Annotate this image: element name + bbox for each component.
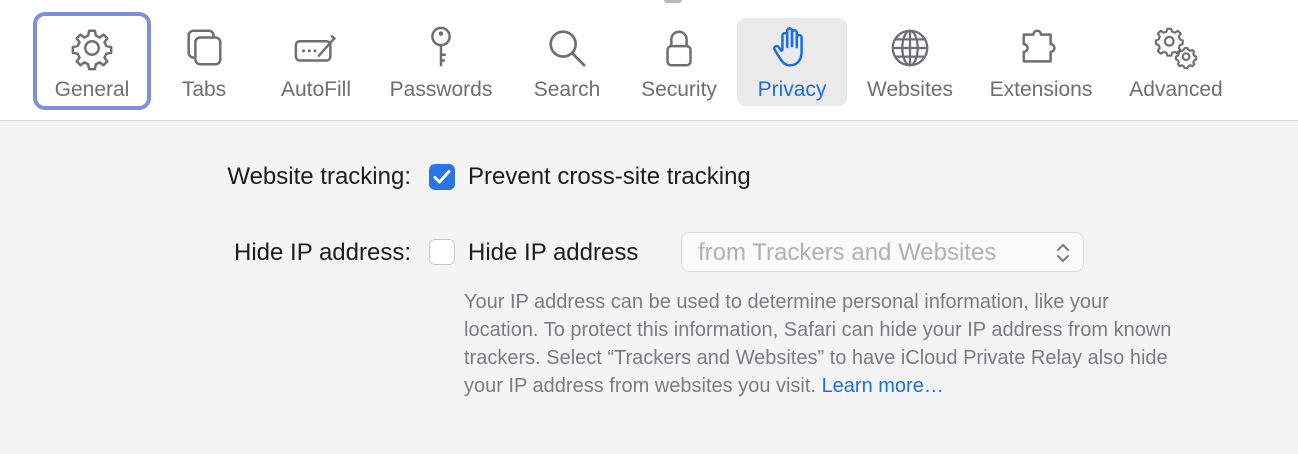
tab-label: Privacy	[757, 78, 827, 101]
tab-label: Extensions	[989, 78, 1093, 101]
globe-icon	[886, 24, 934, 72]
prevent-cross-site-tracking-label[interactable]: Prevent cross-site tracking	[468, 163, 751, 191]
tab-label: Passwords	[389, 78, 493, 101]
tab-search[interactable]: Search	[520, 18, 614, 106]
tab-label: Search	[533, 78, 601, 101]
tab-label: Tabs	[181, 78, 227, 101]
hide-ip-address-checkbox[interactable]	[429, 239, 455, 265]
lock-icon	[655, 24, 703, 72]
tab-advanced[interactable]: Advanced	[1118, 18, 1234, 106]
prevent-cross-site-tracking-checkbox[interactable]	[429, 164, 455, 190]
checkmark-icon	[433, 170, 451, 184]
gears-icon	[1152, 24, 1200, 72]
tab-label: Websites	[867, 78, 953, 101]
window-title-fragment	[664, 0, 682, 3]
hide-ip-description: Your IP address can be used to determine…	[464, 288, 1184, 400]
tab-label: General	[54, 78, 130, 101]
tab-security[interactable]: Security	[630, 18, 728, 106]
tab-autofill[interactable]: AutoFill	[266, 18, 366, 106]
hide-ip-address-label: Hide IP address:	[234, 239, 411, 266]
autofill-icon	[292, 24, 340, 72]
updown-chevron-icon	[1057, 244, 1069, 262]
hide-ip-scope-select[interactable]: from Trackers and Websites	[681, 232, 1084, 272]
learn-more-link[interactable]: Learn more…	[822, 375, 944, 397]
tab-label: Security	[641, 78, 717, 101]
website-tracking-label: Website tracking:	[227, 163, 411, 190]
tab-websites[interactable]: Websites	[858, 18, 962, 106]
tab-tabs[interactable]: Tabs	[165, 18, 243, 106]
tab-passwords[interactable]: Passwords	[380, 18, 502, 106]
hide-ip-scope-value: from Trackers and Websites	[698, 239, 997, 266]
puzzle-icon	[1017, 24, 1065, 72]
magnifier-icon	[543, 24, 591, 72]
key-icon	[417, 24, 465, 72]
tab-extensions[interactable]: Extensions	[978, 18, 1104, 106]
description-text: Your IP address can be used to determine…	[464, 291, 1172, 397]
hand-icon	[768, 24, 816, 72]
tab-general[interactable]: General	[33, 12, 151, 110]
hide-ip-address-option-label[interactable]: Hide IP address	[468, 239, 638, 267]
gear-icon	[68, 24, 116, 72]
preferences-toolbar: General Tabs AutoFill Passwords Search S…	[0, 0, 1298, 121]
tab-label: Advanced	[1129, 78, 1223, 101]
tab-label: AutoFill	[280, 78, 352, 101]
tabs-icon	[180, 24, 228, 72]
tab-privacy[interactable]: Privacy	[737, 18, 847, 106]
